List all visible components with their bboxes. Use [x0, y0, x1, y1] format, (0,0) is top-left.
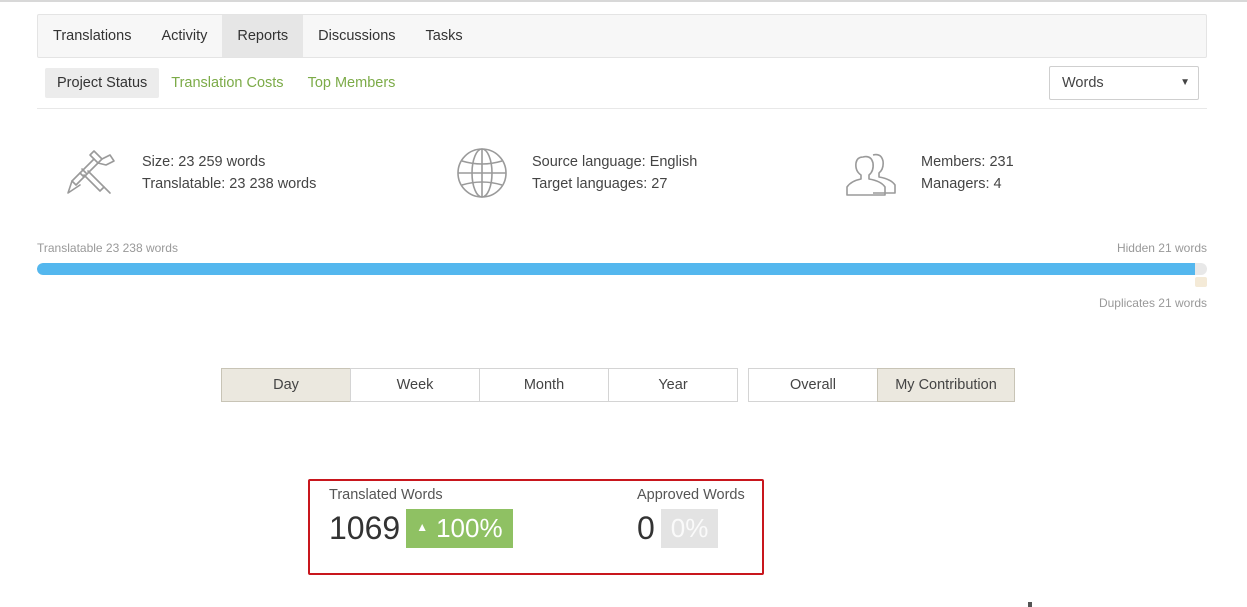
translatable-words-label: Translatable 23 238 words — [37, 241, 178, 255]
unit-select-value: Words — [1062, 75, 1104, 91]
stat-size: Size: 23 259 words Translatable: 23 238 … — [64, 145, 316, 201]
globe-icon — [457, 148, 507, 198]
period-month-button[interactable]: Month — [479, 368, 609, 402]
hidden-words-label: Hidden 21 words — [1116, 241, 1207, 255]
period-year-button[interactable]: Year — [608, 368, 738, 402]
duplicates-words-label: Duplicates 21 words — [1098, 296, 1207, 310]
tab-reports[interactable]: Reports — [222, 15, 304, 57]
report-sub-nav: Project Status Translation Costs Top Mem… — [45, 68, 407, 98]
tab-discussions[interactable]: Discussions — [303, 15, 410, 57]
main-tab-bar: Translations Activity Reports Discussion… — [37, 14, 1207, 58]
stat-translatable-line: Translatable: 23 238 words — [142, 176, 317, 192]
scope-overall-button[interactable]: Overall — [748, 368, 878, 402]
mouse-cursor — [1028, 602, 1032, 607]
scope-my-contribution-button[interactable]: My Contribution — [877, 368, 1015, 402]
stat-languages: Source language: English Target language… — [454, 145, 697, 201]
stat-size-line: Size: 23 259 words — [142, 154, 266, 170]
stat-members-count: Members: 231 — [921, 154, 1014, 170]
translated-change-value: 100% — [436, 513, 503, 543]
translated-words-metric: Translated Words 1069 ▲ 100% — [329, 487, 513, 548]
translated-change-badge: ▲ 100% — [406, 509, 513, 548]
approved-words-metric: Approved Words 0 0% — [637, 487, 745, 548]
tab-translations[interactable]: Translations — [38, 15, 146, 57]
period-button-group: Day Week Month Year — [221, 368, 738, 402]
stat-members: Members: 231 Managers: 4 — [843, 145, 1014, 201]
period-week-button[interactable]: Week — [350, 368, 480, 402]
subtab-project-status[interactable]: Project Status — [45, 68, 160, 98]
tab-activity[interactable]: Activity — [146, 15, 222, 57]
period-day-button[interactable]: Day — [221, 368, 351, 402]
tab-tasks[interactable]: Tasks — [411, 15, 478, 57]
unit-select[interactable]: Words ▼ — [1049, 66, 1199, 100]
contribution-summary: Translated Words 1069 ▲ 100% Approved Wor… — [308, 479, 764, 575]
users-icon — [846, 153, 896, 196]
progress-bar — [37, 263, 1207, 275]
approved-words-label: Approved Words — [637, 487, 745, 503]
duplicates-marker — [1195, 277, 1207, 287]
translated-words-label: Translated Words — [329, 487, 443, 503]
top-rule — [0, 0, 1247, 2]
caliper-icon — [67, 150, 115, 194]
approved-change-badge: 0% — [660, 509, 719, 548]
progress-bar-fill — [37, 263, 1196, 275]
stat-target-languages: Target languages: 27 — [532, 176, 668, 192]
arrow-up-icon: ▲ — [416, 519, 429, 534]
divider — [37, 108, 1207, 109]
stat-source-language: Source language: English — [532, 154, 698, 170]
translated-words-count: 1069 — [329, 510, 401, 546]
subtab-top-members[interactable]: Top Members — [296, 68, 408, 98]
subtab-translation-costs[interactable]: Translation Costs — [159, 68, 295, 98]
stat-managers-count: Managers: 4 — [921, 176, 1002, 192]
chevron-down-icon: ▼ — [1180, 77, 1190, 88]
scope-button-group: Overall My Contribution — [748, 368, 1015, 402]
approved-words-count: 0 — [637, 510, 655, 546]
